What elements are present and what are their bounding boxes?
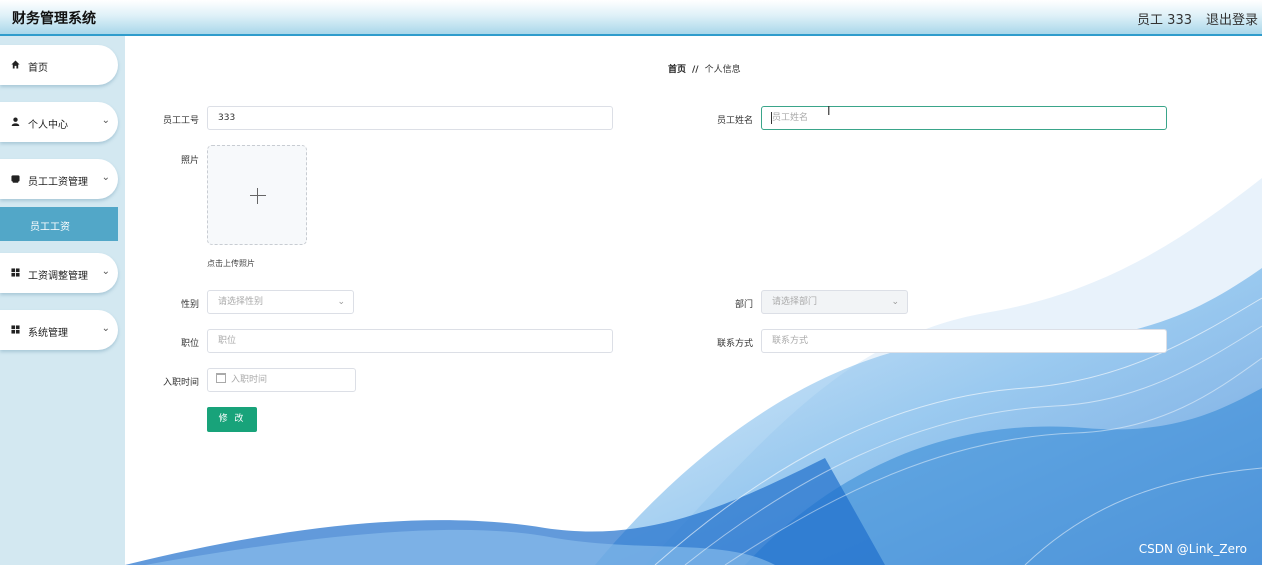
chevron-down-icon: ⌄ bbox=[101, 266, 110, 277]
update-button[interactable]: 修 改 bbox=[207, 407, 257, 432]
wallet-icon bbox=[11, 175, 20, 183]
sidebar: 首页 个人中心 ⌄ 员工工资管理 ⌄ 员工工资 工资调整管理 ⌄ 系统管理 ⌄ bbox=[0, 36, 125, 565]
breadcrumb-separator: // bbox=[692, 65, 699, 75]
photo-upload-hint: 点击上传照片 bbox=[207, 259, 255, 268]
sidebar-item-system-management[interactable]: 系统管理 ⌄ bbox=[0, 310, 118, 350]
sidebar-subitem-employee-salary[interactable]: 员工工资 bbox=[0, 207, 118, 241]
employee-name-label: 员工姓名 bbox=[716, 116, 753, 126]
employee-no-input[interactable]: 333 bbox=[207, 106, 613, 130]
employee-no-label: 员工工号 bbox=[162, 116, 199, 126]
sidebar-item-label: 员工工资管理 bbox=[28, 177, 88, 188]
logout-link[interactable]: 退出登录 bbox=[1206, 9, 1258, 28]
chevron-down-icon: ⌄ bbox=[337, 297, 345, 307]
sidebar-item-personal-center[interactable]: 个人中心 ⌄ bbox=[0, 102, 118, 142]
department-placeholder: 请选择部门 bbox=[772, 297, 818, 307]
main-content: 首页 // 个人信息 员工工号 333 员工姓名 员工姓名 照片 点击上传照片 性别… bbox=[125, 38, 1262, 565]
department-label: 部门 bbox=[734, 300, 753, 310]
chevron-down-icon: ⌄ bbox=[101, 323, 110, 334]
hire-date-label: 入职时间 bbox=[162, 378, 199, 388]
position-input[interactable]: 职位 bbox=[207, 329, 613, 353]
calendar-icon bbox=[216, 373, 226, 383]
sidebar-subitem-label: 员工工资 bbox=[30, 222, 70, 233]
grid-icon bbox=[11, 268, 20, 277]
breadcrumb-current: 个人信息 bbox=[704, 65, 741, 75]
top-header: 财务管理系统 员工 333 退出登录 bbox=[0, 0, 1262, 36]
contact-label: 联系方式 bbox=[716, 339, 753, 349]
sidebar-item-label: 系统管理 bbox=[28, 328, 68, 339]
chevron-down-icon: ⌄ bbox=[101, 115, 110, 126]
watermark: CSDN @Link_Zero bbox=[1138, 542, 1247, 556]
plus-icon bbox=[250, 195, 266, 196]
chevron-down-icon: ⌄ bbox=[891, 297, 899, 307]
position-label: 职位 bbox=[180, 339, 199, 349]
photo-label: 照片 bbox=[180, 156, 199, 166]
text-cursor-icon: Ⅰ bbox=[827, 104, 831, 118]
sidebar-item-home[interactable]: 首页 bbox=[0, 45, 118, 85]
breadcrumb: 首页 // 个人信息 bbox=[668, 62, 741, 75]
app-title: 财务管理系统 bbox=[12, 11, 96, 27]
sidebar-item-salary-management[interactable]: 员工工资管理 ⌄ bbox=[0, 159, 118, 199]
chevron-down-icon: ⌄ bbox=[101, 172, 110, 183]
department-select[interactable]: 请选择部门 ⌄ bbox=[761, 290, 908, 314]
sidebar-item-label: 工资调整管理 bbox=[28, 271, 88, 282]
text-caret bbox=[771, 112, 772, 124]
employee-name-placeholder: 员工姓名 bbox=[772, 113, 809, 123]
sidebar-item-label: 个人中心 bbox=[28, 120, 68, 131]
contact-input[interactable]: 联系方式 bbox=[761, 329, 1167, 353]
employee-name-input[interactable]: 员工姓名 bbox=[761, 106, 1167, 130]
hire-date-placeholder: 入职时间 bbox=[231, 375, 268, 385]
hire-date-picker[interactable]: 入职时间 bbox=[207, 368, 356, 392]
current-user: 员工 333 bbox=[1137, 13, 1192, 28]
gender-placeholder: 请选择性别 bbox=[218, 297, 264, 307]
gender-label: 性别 bbox=[180, 300, 199, 310]
user-icon bbox=[11, 117, 20, 126]
sidebar-item-salary-adjustment[interactable]: 工资调整管理 ⌄ bbox=[0, 253, 118, 293]
breadcrumb-home[interactable]: 首页 bbox=[668, 65, 686, 75]
photo-upload-box[interactable] bbox=[207, 145, 307, 245]
sidebar-item-label: 首页 bbox=[28, 63, 48, 74]
gender-select[interactable]: 请选择性别 ⌄ bbox=[207, 290, 354, 314]
home-icon bbox=[11, 60, 20, 69]
grid-icon bbox=[11, 325, 20, 334]
plus-icon bbox=[257, 188, 258, 204]
